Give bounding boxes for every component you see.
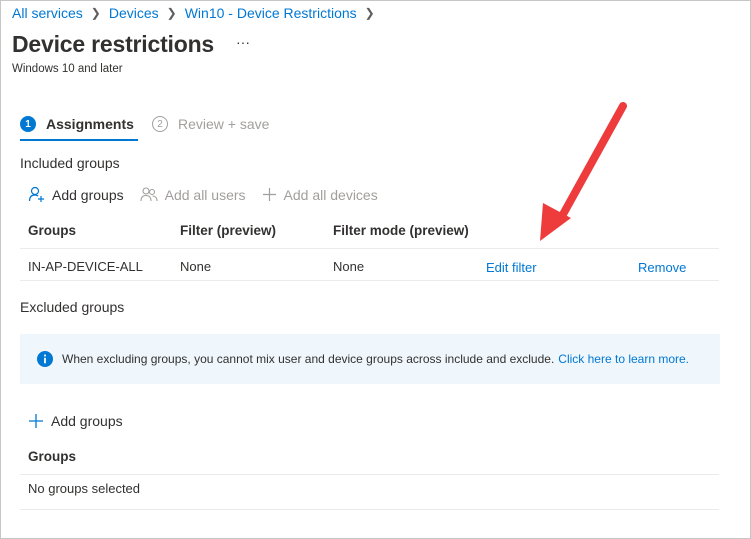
add-all-devices-button[interactable]: Add all devices (262, 187, 378, 203)
column-header-filter: Filter (preview) (180, 223, 277, 238)
learn-more-link[interactable]: Click here to learn more. (558, 352, 689, 366)
excluded-actions-toolbar: Add groups (28, 413, 139, 429)
add-groups-label: Add groups (52, 186, 124, 203)
page-title: Device restrictions (12, 31, 215, 57)
people-icon (140, 186, 158, 203)
empty-state-text: No groups selected (28, 481, 141, 496)
plus-icon (28, 413, 44, 429)
included-actions-toolbar: Add groups Add all users Add all devices (28, 186, 394, 203)
excluded-groups-heading: Excluded groups (20, 299, 125, 315)
active-tab-indicator (20, 139, 138, 141)
add-all-users-button[interactable]: Add all users (140, 186, 246, 203)
breadcrumb-all-services[interactable]: All services (12, 5, 83, 21)
info-message-bar: When excluding groups, you cannot mix us… (20, 334, 720, 384)
edit-filter-link[interactable]: Edit filter (486, 260, 537, 275)
table-divider (20, 280, 719, 281)
tab-assignments-label: Assignments (46, 116, 134, 132)
chevron-right-icon: ❯ (166, 6, 177, 20)
person-add-icon (28, 186, 45, 203)
add-groups-button[interactable]: Add groups (28, 186, 124, 203)
remove-link[interactable]: Remove (638, 260, 686, 275)
excluded-column-header-groups: Groups (28, 449, 77, 464)
filter-mode-cell: None (333, 259, 365, 274)
column-header-filter-mode: Filter mode (preview) (333, 223, 469, 238)
info-message-text: When excluding groups, you cannot mix us… (62, 352, 555, 366)
page-subtitle: Windows 10 and later (12, 63, 123, 75)
add-excluded-groups-label: Add groups (51, 413, 123, 429)
chevron-right-icon: ❯ (364, 6, 375, 20)
tab-review-save-label: Review + save (178, 116, 270, 132)
breadcrumb-devices[interactable]: Devices (109, 5, 159, 21)
breadcrumb-win10-device-restrictions[interactable]: Win10 - Device Restrictions (185, 5, 357, 21)
step-number-badge: 1 (20, 116, 36, 132)
chevron-right-icon: ❯ (90, 6, 101, 20)
tab-review-save[interactable]: 2 Review + save (152, 116, 269, 132)
filter-cell: None (180, 259, 212, 274)
add-all-users-label: Add all users (164, 186, 246, 203)
group-name-cell: IN-AP-DEVICE-ALL (28, 259, 143, 274)
table-divider (20, 509, 719, 510)
tab-assignments[interactable]: 1 Assignments (20, 116, 134, 132)
step-number-badge: 2 (152, 116, 168, 132)
plus-icon (262, 187, 277, 202)
add-all-devices-label: Add all devices (283, 186, 378, 203)
table-divider (20, 248, 719, 249)
breadcrumb: All services ❯ Devices ❯ Win10 - Device … (12, 5, 383, 21)
included-groups-heading: Included groups (20, 155, 120, 171)
column-header-groups: Groups (28, 223, 77, 238)
more-options-icon[interactable]: ··· (236, 34, 250, 50)
add-excluded-groups-button[interactable]: Add groups (28, 413, 123, 429)
info-circle-icon (37, 351, 53, 367)
table-divider (20, 474, 719, 475)
